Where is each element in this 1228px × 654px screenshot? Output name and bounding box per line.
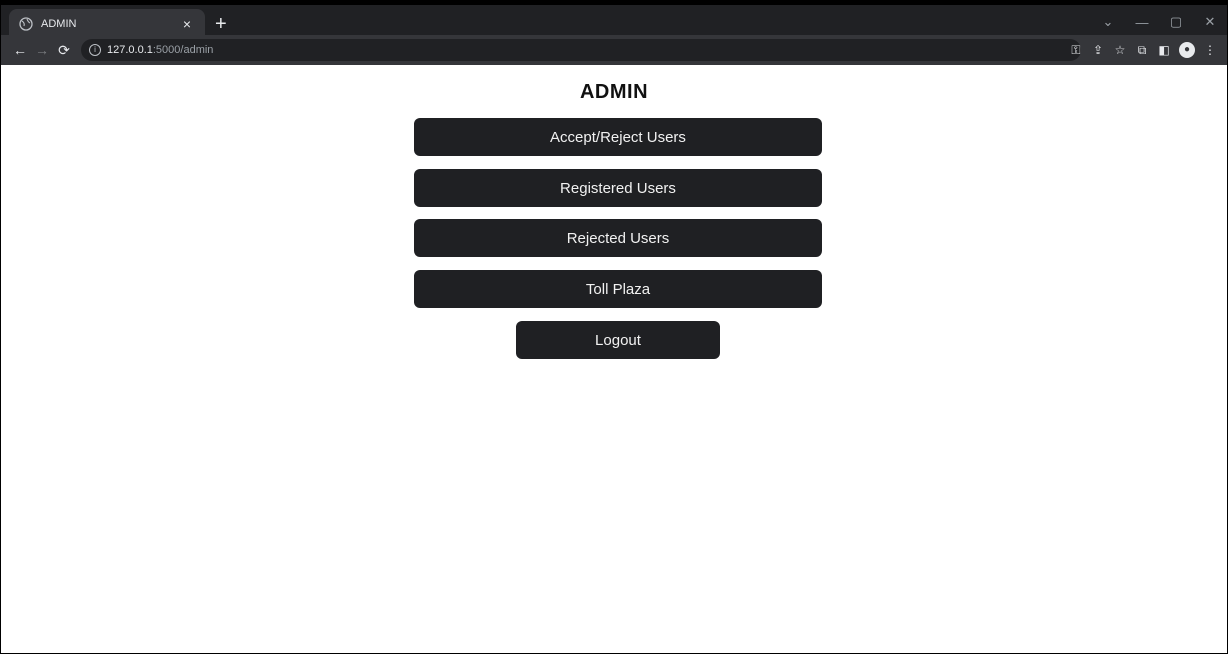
bookmark-star-icon[interactable]: ☆ xyxy=(1109,43,1131,57)
logout-button[interactable]: Logout xyxy=(516,321,720,359)
key-icon[interactable]: ⚿ xyxy=(1065,43,1087,58)
globe-icon xyxy=(19,17,33,31)
address-bar[interactable]: i 127.0.0.1 :5000/admin xyxy=(81,39,1081,61)
toll-plaza-button[interactable]: Toll Plaza xyxy=(414,270,822,308)
url-path: :5000/admin xyxy=(152,44,214,56)
back-icon[interactable]: ← xyxy=(9,42,31,58)
extensions-icon[interactable]: ⧉ xyxy=(1131,43,1153,58)
more-menu-icon[interactable]: ⋮ xyxy=(1199,43,1221,57)
share-icon[interactable]: ⇪ xyxy=(1087,43,1109,57)
tab-title: ADMIN xyxy=(41,18,77,30)
profile-avatar-icon[interactable]: ● xyxy=(1179,42,1195,58)
minimize-icon[interactable]: — xyxy=(1125,15,1159,30)
page-content: ADMIN Accept/Reject Users Registered Use… xyxy=(1,65,1227,653)
page-title: ADMIN xyxy=(579,81,649,103)
tab-strip: ADMIN × + ⌄ — ▢ ✕ xyxy=(1,1,1227,39)
side-panel-icon[interactable]: ◧ xyxy=(1153,43,1175,57)
rejected-users-button[interactable]: Rejected Users xyxy=(414,219,822,257)
window-controls: ⌄ — ▢ ✕ xyxy=(1091,5,1227,39)
new-tab-icon[interactable]: + xyxy=(215,14,227,34)
tab-close-icon[interactable]: × xyxy=(179,16,195,32)
forward-icon[interactable]: → xyxy=(31,42,53,58)
close-window-icon[interactable]: ✕ xyxy=(1193,14,1227,30)
site-info-icon[interactable]: i xyxy=(89,44,101,56)
browser-toolbar: ← → ⟳ i 127.0.0.1 :5000/admin ⚿ ⇪ ☆ ⧉ ◧ … xyxy=(1,35,1227,65)
browser-window: ADMIN × + ⌄ — ▢ ✕ ← → ⟳ i 127.0.0.1 :500… xyxy=(0,0,1228,654)
accept-reject-users-button[interactable]: Accept/Reject Users xyxy=(414,118,822,156)
reload-icon[interactable]: ⟳ xyxy=(53,42,75,59)
tab-search-icon[interactable]: ⌄ xyxy=(1091,14,1125,30)
toolbar-icons: ⚿ ⇪ ☆ ⧉ ◧ ● ⋮ xyxy=(1065,35,1221,65)
url-host: 127.0.0.1 xyxy=(107,44,153,56)
restore-icon[interactable]: ▢ xyxy=(1159,14,1193,30)
registered-users-button[interactable]: Registered Users xyxy=(414,169,822,207)
